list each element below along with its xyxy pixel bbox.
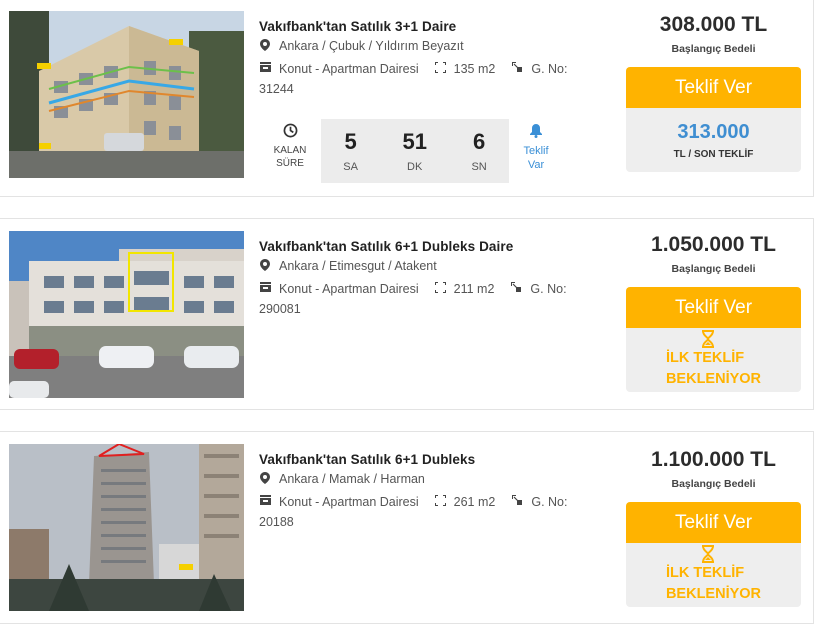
property-no: 20188 [259,515,294,529]
starting-price: 1.050.000 TL [651,233,776,256]
last-offer-label: TL / SON TEKLİF [673,148,754,160]
area-value: 211 m2 [453,282,495,296]
meta-row: Konut - Apartman Dairesi 211 m2 G. No: 2… [259,279,599,319]
property-no-label: G. No: [530,282,567,296]
area-icon [434,279,446,299]
location-row: Ankara / Etimesgut / Atakent [259,259,599,274]
starting-price: 1.100.000 TL [651,448,776,471]
map-pin-icon [259,39,271,54]
property-no-label: G. No: [531,62,568,76]
hourglass-icon [701,545,714,563]
countdown-minutes: 51 DK [402,129,427,173]
map-pin-icon [259,259,271,274]
location-row: Ankara / Çubuk / Yıldırım Beyazıt [259,39,599,54]
listing-photo[interactable] [9,444,244,611]
house-icon [259,492,271,512]
house-icon [259,279,271,299]
map-pin-icon [259,472,271,487]
property-no: 31244 [259,82,294,96]
location-text: Ankara / Çubuk / Yıldırım Beyazıt [279,39,464,53]
house-icon [259,59,271,79]
waiting-first-offer: İLK TEKLİF BEKLENİYOR [626,543,801,607]
area-value: 261 m2 [453,495,496,509]
property-no-icon [511,492,523,512]
place-offer-button[interactable]: Teklif Ver [626,67,801,108]
location-text: Ankara / Etimesgut / Atakent [279,259,437,273]
property-type: Konut - Apartman Dairesi [279,62,419,76]
listing-title[interactable]: Vakıfbank'tan Satılık 6+1 Dubleks [259,452,599,467]
place-offer-button[interactable]: Teklif Ver [626,287,801,328]
meta-row: Konut - Apartman Dairesi 135 m2 G. No: 3… [259,59,599,99]
last-offer-panel: 313.000 TL / SON TEKLİF [626,108,801,172]
place-offer-button[interactable]: Teklif Ver [626,502,801,543]
countdown-box: 5 SA 51 DK 6 SN [321,119,509,183]
hourglass-icon [701,330,714,348]
price-panel: 308.000 TL Başlangıç Bedeli Teklif Ver 3… [626,13,801,172]
countdown-timer: KALAN SÜRE 5 SA 51 DK 6 SN Teklif Var [262,119,563,183]
price-panel: 1.050.000 TL Başlangıç Bedeli Teklif Ver… [626,233,801,392]
area-icon [434,59,446,79]
countdown-hours: 5 SA [343,129,358,173]
location-row: Ankara / Mamak / Harman [259,472,599,487]
listing-card[interactable]: Vakıfbank'tan Satılık 6+1 Dubleks Daire … [0,218,814,410]
countdown-seconds: 6 SN [471,129,487,173]
property-no-icon [510,279,522,299]
starting-price: 308.000 TL [659,13,768,36]
property-no: 290081 [259,302,301,316]
offer-alert-link[interactable]: Teklif Var [509,119,563,183]
starting-price-label: Başlangıç Bedeli [671,478,756,490]
starting-price-label: Başlangıç Bedeli [671,263,756,275]
location-text: Ankara / Mamak / Harman [279,472,425,486]
price-panel: 1.100.000 TL Başlangıç Bedeli Teklif Ver… [626,448,801,607]
property-no-label: G. No: [531,495,568,509]
remaining-time-label: KALAN SÜRE [262,119,318,183]
listing-photo[interactable] [9,11,244,178]
waiting-first-offer: İLK TEKLİF BEKLENİYOR [626,328,801,392]
meta-row: Konut - Apartman Dairesi 261 m2 G. No: 2… [259,492,599,532]
last-offer-value: 313.000 [677,120,750,143]
clock-icon [283,123,297,138]
listing-photo[interactable] [9,231,244,398]
area-icon [434,492,446,512]
area-value: 135 m2 [453,62,496,76]
starting-price-label: Başlangıç Bedeli [671,43,756,55]
listing-card[interactable]: Vakıfbank'tan Satılık 3+1 Daire Ankara /… [0,0,814,197]
property-type: Konut - Apartman Dairesi [279,282,419,296]
listing-card[interactable]: Vakıfbank'tan Satılık 6+1 Dubleks Ankara… [0,431,814,624]
property-type: Konut - Apartman Dairesi [279,495,419,509]
listing-title[interactable]: Vakıfbank'tan Satılık 3+1 Daire [259,19,599,34]
bell-icon [530,124,542,138]
property-no-icon [511,59,523,79]
listing-title[interactable]: Vakıfbank'tan Satılık 6+1 Dubleks Daire [259,239,599,254]
